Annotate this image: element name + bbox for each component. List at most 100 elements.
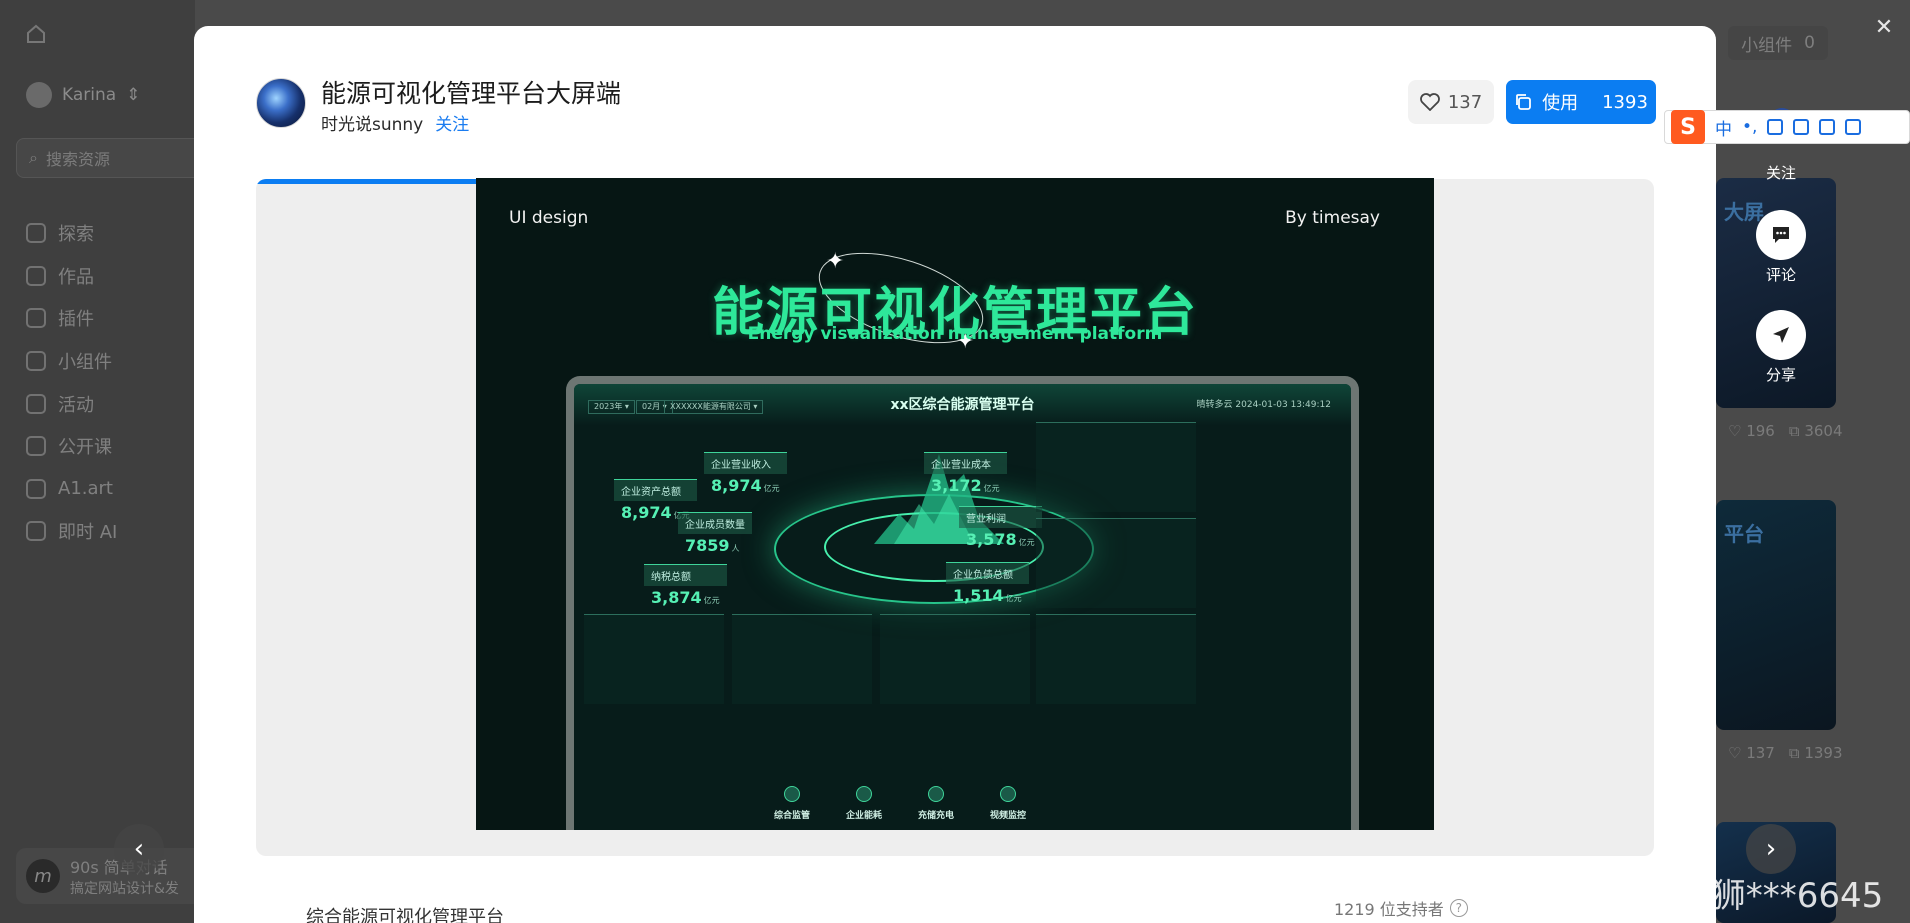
kpi-card: 企业成员数量 7859 人 (678, 512, 752, 557)
comment-button[interactable] (1756, 210, 1806, 260)
search-icon: ⌕ (29, 148, 38, 167)
chevron-updown-icon: ⇕ (126, 85, 141, 105)
sidebar-item-events[interactable]: 活动 (26, 382, 117, 425)
copy-icon (1516, 94, 1531, 110)
user-name: Karina (62, 85, 117, 105)
filter-year: 2023年 ▾ (588, 400, 635, 414)
works-icon (26, 265, 46, 286)
ime-language[interactable]: 中 (1715, 115, 1732, 140)
kpi-label: 纳税总额 (644, 564, 727, 586)
work-title: 能源可视化管理平台大屏端 (321, 79, 622, 108)
widget-tab-label: 小组件 (1741, 35, 1793, 56)
card-likes: 196 (1746, 422, 1775, 440)
kpi-card: 企业营业成本 3,172 亿元 (924, 452, 1007, 497)
home-icon[interactable] (26, 24, 46, 44)
microphone-icon[interactable] (1767, 119, 1784, 135)
kpi-label: 企业营业成本 (924, 452, 1007, 474)
filter-company: XXXXXX能源有限公司 ▾ (664, 400, 764, 414)
skin-icon[interactable] (1819, 119, 1836, 135)
author-name[interactable]: 时光说sunny (321, 110, 423, 135)
sidebar-nav: 探索 作品 插件 小组件 活动 公开课 A1.art 即时 AI (26, 212, 117, 553)
widget-icon (26, 351, 46, 372)
kpi-label: 企业成员数量 (678, 512, 752, 534)
ime-punct[interactable]: •, (1742, 117, 1757, 137)
kpi-label: 企业资产总额 (614, 479, 697, 501)
supporters-text: 1219 位支持者 (1334, 900, 1444, 919)
kpi-unit: 亿元 (703, 596, 720, 605)
card-text: 平台 (1724, 522, 1764, 546)
sidebar-item-label: 即时 AI (58, 522, 118, 544)
a1-icon (26, 478, 46, 499)
widget-tab[interactable]: 小组件 0 (1728, 26, 1828, 60)
chart-panel (1036, 614, 1196, 704)
prev-slide-button[interactable]: ‹ (114, 824, 164, 874)
follow-link[interactable]: 关注 (435, 110, 469, 135)
kpi-label: 企业负债总额 (946, 562, 1029, 584)
screen-tab: 视频监控 (990, 786, 1026, 821)
preview-subtitle: Energy visualization management platform (747, 324, 1163, 344)
close-icon[interactable]: ✕ (1872, 16, 1896, 40)
kpi-card: 企业负债总额 1,514 亿元 (946, 562, 1029, 607)
sidebar-item-label: 探索 (58, 224, 94, 246)
sidebar-item-explore[interactable]: 探索 (26, 212, 117, 255)
kpi-card: 营业利润 3,578 亿元 (959, 506, 1042, 551)
sidebar-item-label: 作品 (58, 266, 94, 288)
keyboard-icon[interactable] (1793, 119, 1810, 135)
ime-toolbar[interactable]: S 中 •, (1664, 110, 1910, 144)
heart-icon (1419, 93, 1440, 111)
watermark: CSDN @狮***6645 (1570, 876, 1884, 916)
kpi-value: 3,578 (966, 530, 1017, 549)
sidebar-item-ai[interactable]: 即时 AI (26, 510, 117, 553)
search-input[interactable]: ⌕ 搜索资源 (16, 138, 206, 178)
chart-panel (584, 614, 724, 704)
background-card[interactable]: 平台 (1716, 500, 1836, 730)
promo-subtitle: 搞定网站设计&发 (70, 881, 179, 897)
send-icon (1773, 327, 1789, 343)
grid-icon[interactable] (1845, 119, 1862, 135)
use-button[interactable]: 使用 1393 (1506, 80, 1656, 124)
kpi-card: 纳税总额 3,874 亿元 (644, 564, 727, 609)
screen-tab-label: 企业能耗 (846, 811, 883, 821)
laptop-mockup: xx区综合能源管理平台 晴转多云 2024-01-03 13:49:12 202… (566, 376, 1359, 830)
kpi-value: 8,974 (711, 476, 762, 495)
sidebar-item-works[interactable]: 作品 (26, 255, 117, 298)
sidebar-item-widgets[interactable]: 小组件 (26, 340, 117, 383)
next-slide-button[interactable]: › (1746, 824, 1796, 874)
kpi-unit: 亿元 (1005, 594, 1022, 603)
magic-wand-icon (26, 521, 46, 542)
sidebar-item-courses[interactable]: 公开课 (26, 425, 117, 468)
help-icon[interactable]: ? (1449, 899, 1468, 917)
chart-panel (1036, 422, 1196, 512)
kpi-card: 企业营业收入 8,974 亿元 (704, 452, 787, 497)
chart-panel (880, 614, 1030, 704)
card-likes: 137 (1746, 744, 1775, 762)
comment-label: 评论 (1765, 266, 1796, 284)
sidebar-item-plugins[interactable]: 插件 (26, 297, 117, 340)
screen-tab: 综合监管 (774, 786, 810, 821)
sidebar-item-label: 活动 (58, 394, 94, 416)
user-menu[interactable]: Karina ⇕ (26, 82, 140, 108)
kpi-value: 7859 (685, 536, 730, 555)
card-uses: 1393 (1804, 744, 1843, 762)
chart-panel (1036, 518, 1196, 608)
chevron-left-icon: ‹ (133, 834, 145, 864)
screen-tab-label: 综合监管 (774, 811, 811, 821)
author-line: 时光说sunny 关注 (321, 110, 469, 135)
preview-image: UI design By timesay ✦ ✦ 能源可视化管理平台 Energ… (476, 178, 1434, 830)
share-button[interactable] (1756, 310, 1806, 360)
widget-tab-count: 0 (1804, 33, 1815, 53)
kpi-value: 1,514 (953, 586, 1004, 605)
card-stats: ♡ 137 ⧉ 1393 (1728, 744, 1843, 762)
sidebar-item-label: A1.art (58, 478, 113, 500)
author-avatar[interactable] (256, 78, 306, 128)
sidebar-item-label: 公开课 (58, 437, 112, 459)
comment-icon (1773, 227, 1789, 243)
preview-corner-left: UI design (509, 208, 589, 228)
like-button[interactable]: 137 (1408, 80, 1494, 124)
kpi-label: 营业利润 (959, 506, 1042, 528)
share-label: 分享 (1765, 366, 1796, 384)
sidebar-item-a1art[interactable]: A1.art (26, 468, 117, 511)
search-placeholder: 搜索资源 (45, 150, 110, 169)
kpi-label: 企业营业收入 (704, 452, 787, 474)
side-follow-label[interactable]: 关注 (1748, 162, 1814, 183)
